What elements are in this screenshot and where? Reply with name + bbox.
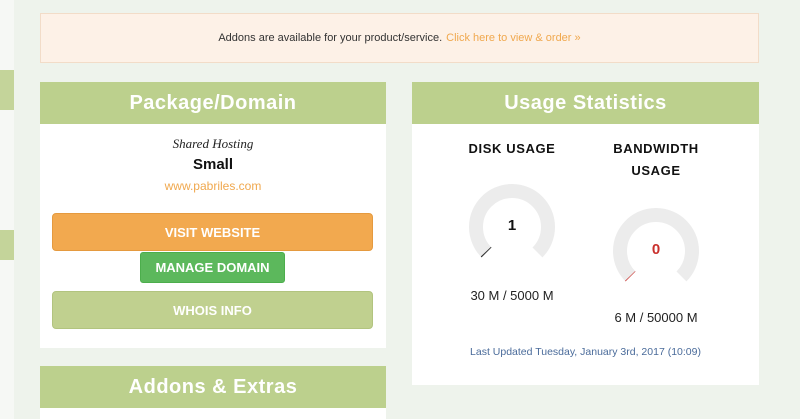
package-type: Shared Hosting (172, 136, 254, 151)
disk-usage-detail: 30 M / 5000 M (470, 288, 554, 303)
bandwidth-usage-title-line1: BANDWIDTH (613, 141, 699, 156)
bandwidth-usage-detail: 6 M / 50000 M (614, 310, 698, 325)
bandwidth-usage-title-line2: USAGE (631, 163, 681, 178)
left-edge-segment (0, 230, 14, 260)
whois-info-button[interactable]: WHOIS INFO (52, 291, 373, 329)
package-name: Small (192, 156, 234, 173)
usage-panel-title: Usage Statistics (412, 82, 759, 124)
disk-usage-value: 1 (507, 217, 517, 234)
addons-extras-panel: Addons & Extras (40, 366, 386, 419)
last-updated-text: Last Updated Tuesday, January 3rd, 2017 … (470, 346, 701, 358)
disk-gauge-fill (480, 246, 492, 258)
disk-usage-title: DISK USAGE (468, 141, 556, 156)
addons-notice: Addons are available for your product/se… (40, 13, 759, 63)
manage-domain-button[interactable]: MANAGE DOMAIN (140, 252, 285, 283)
package-domain-link[interactable]: www.pabriles.com (40, 179, 386, 193)
package-domain-panel: Package/Domain Shared Hosting Small www.… (40, 82, 386, 348)
usage-statistics-panel: Usage Statistics DISK USAGE 1 30 M / 500… (412, 82, 759, 385)
left-edge-strip (0, 0, 14, 419)
bandwidth-usage-value: 0 (651, 241, 661, 258)
visit-website-button[interactable]: VISIT WEBSITE (52, 213, 373, 251)
addons-notice-link[interactable]: Click here to view & order » (446, 32, 581, 44)
disk-usage-column: DISK USAGE (457, 138, 567, 160)
addons-panel-title: Addons & Extras (40, 366, 386, 408)
left-edge-segment (0, 70, 14, 110)
package-panel-title: Package/Domain (40, 82, 386, 124)
bandwidth-usage-column: BANDWIDTH USAGE (597, 138, 715, 182)
addons-notice-text: Addons are available for your product/se… (218, 32, 443, 44)
package-info: Shared Hosting Small www.pabriles.com (40, 124, 386, 193)
